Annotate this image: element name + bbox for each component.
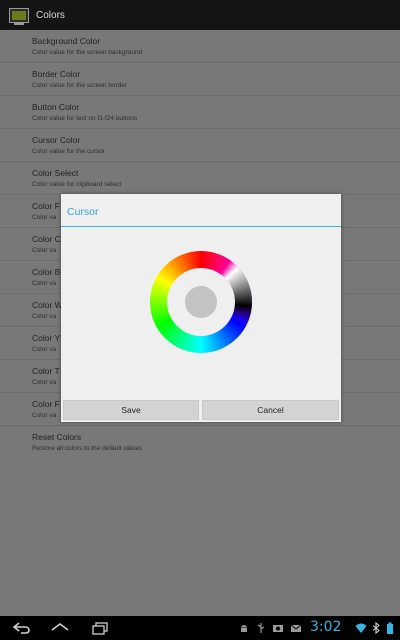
pref-summary: Restore all colors to the default values [32,445,143,452]
pref-summary: Color value for the cursor [32,148,105,155]
home-icon[interactable] [50,620,70,636]
pref-summary: Color va [32,412,57,419]
wifi-icon [355,622,367,634]
pref-title: Cursor Color [32,135,81,145]
pref-title: Color F [32,399,60,409]
selected-color-swatch[interactable] [185,286,217,318]
status-clock: 3:02 [310,619,342,635]
pref-title: Button Color [32,102,80,112]
pref-reset-colors[interactable]: Reset Colors Restore all colors to the d… [0,426,400,459]
pref-background-color[interactable]: Background Color Color value for the scr… [0,30,400,63]
pref-summary: Color va [32,313,57,320]
pref-title: Color W [32,300,63,310]
pref-title: Color Y [32,333,61,343]
pref-title: Color C [32,234,61,244]
battery-icon [384,622,396,634]
pref-summary: Color value for the screen border [32,82,128,89]
bluetooth-icon [370,622,382,634]
color-wheel[interactable] [150,251,252,353]
pref-cursor-color[interactable]: Cursor Color Color value for the cursor [0,129,400,162]
pref-summary: Color va [32,379,57,386]
pref-title: Color F [32,201,60,211]
pref-summary: Color va [32,214,57,221]
pref-summary: Color value for the screen background [32,49,143,56]
pref-title: Color B [32,267,61,277]
recent-apps-icon[interactable] [90,620,110,636]
color-picker-dialog: Cursor Save Cancel [61,194,341,422]
app-monitor-icon[interactable] [9,7,29,25]
pref-color-select[interactable]: Color Select Color value for clipboard s… [0,162,400,195]
pref-summary: Color value for clipboard select [32,181,122,188]
pref-title: Border Color [32,69,81,79]
usb-icon [255,622,267,634]
pref-title: Color Select [32,168,79,178]
mail-icon [290,622,302,634]
screenshot-icon [272,622,284,634]
cancel-button[interactable]: Cancel [202,400,339,420]
pref-title: Color T [32,366,60,376]
pref-button-color[interactable]: Button Color Color value for text on f1-… [0,96,400,129]
pref-summary: Color va [32,346,57,353]
system-bar: 3:02 [0,616,400,640]
dialog-title: Cursor [67,206,99,218]
pref-title: Reset Colors [32,432,82,442]
save-button[interactable]: Save [63,400,199,420]
back-icon[interactable] [12,620,32,636]
dialog-divider [61,226,341,227]
pref-title: Background Color [32,36,101,46]
app-title: Colors [36,9,65,21]
pref-summary: Color value for text on f1-f24 buttons [32,115,138,122]
action-bar: Colors [0,0,400,30]
pref-summary: Color va [32,247,57,254]
pref-border-color[interactable]: Border Color Color value for the screen … [0,63,400,96]
android-debug-icon [238,622,250,634]
pref-summary: Color va [32,280,57,287]
